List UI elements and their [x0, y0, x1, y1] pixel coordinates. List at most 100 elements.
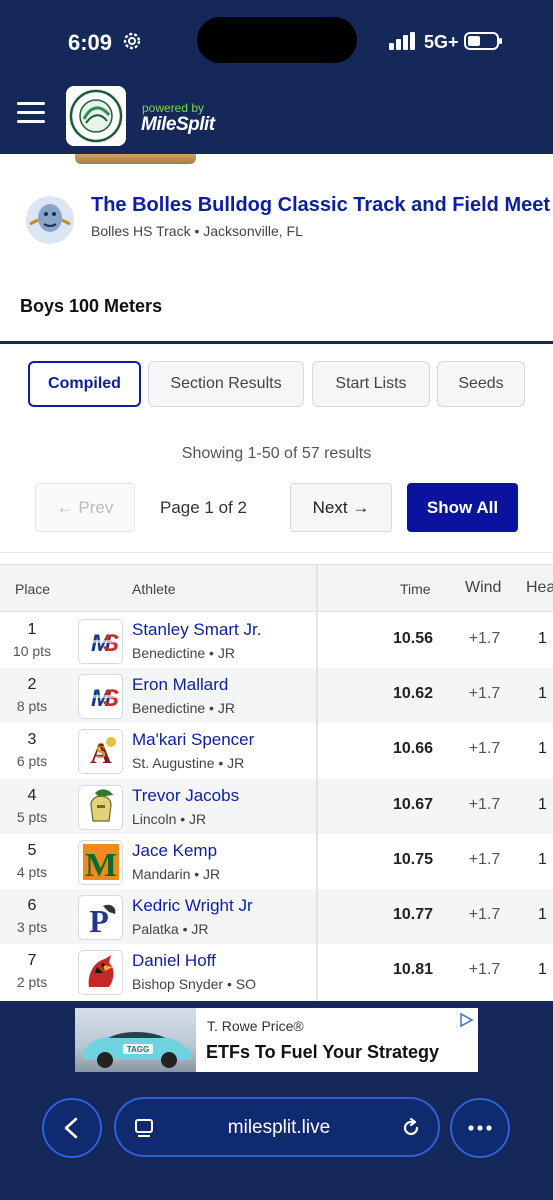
athlete-name[interactable]: Trevor Jacobs	[132, 786, 239, 806]
team-points: 6 pts	[16, 753, 48, 770]
athlete-team[interactable]: Benedictine • JR	[132, 645, 235, 661]
table-row[interactable]: 6 3 pts P Kedric Wright Jr Palatka • JR 10.77…	[0, 889, 553, 944]
tab-seeds[interactable]: Seeds	[437, 361, 525, 407]
jacksonville-ac-logo	[69, 89, 123, 143]
place-number: 4	[27, 786, 37, 804]
tab-compiled[interactable]: Compiled	[28, 361, 141, 407]
result-time: 10.56	[392, 630, 433, 647]
athlete-team[interactable]: Bishop Snyder • SO	[132, 976, 256, 992]
ad-banner[interactable]: TAGG T. Rowe Price® ETFs To Fuel Your St…	[75, 1008, 478, 1072]
ms-logo[interactable]: MS	[78, 674, 123, 720]
table-row[interactable]: 1 10 pts M S Stanley Smart Jr. Benedictine • …	[0, 613, 553, 668]
table-row[interactable]: 2 8 pts M S Eron Mallard Benedictine • JR 10.6…	[0, 668, 553, 724]
athlete-team[interactable]: Benedictine • JR	[132, 700, 235, 716]
m-logo[interactable]: M	[78, 839, 123, 885]
team-points: 4 pts	[16, 863, 48, 880]
team-points: 2 pts	[16, 974, 48, 991]
signal-icon	[389, 32, 415, 50]
show-all-button[interactable]: Show All	[407, 483, 518, 532]
gear-icon	[123, 32, 141, 50]
sa-logo[interactable]: AS	[78, 729, 123, 775]
prev-page-button[interactable]: ← Prev	[35, 483, 135, 532]
result-wind: +1.7	[468, 630, 501, 647]
result-time: 10.81	[392, 961, 433, 979]
results-count: Showing 1-50 of 57 results	[181, 445, 372, 462]
p-logo[interactable]: P	[78, 895, 123, 940]
place-number: 5	[27, 841, 37, 859]
place-number: 3	[27, 731, 37, 749]
result-time: 10.77	[392, 906, 433, 923]
address-bar[interactable]: milesplit.live	[114, 1097, 440, 1157]
result-time: 10.75	[392, 850, 433, 868]
milesplit-logo[interactable]: MileSplit	[141, 114, 215, 136]
table-header: Place Athlete Time Wind Hea	[0, 564, 553, 612]
team-points: 8 pts	[16, 698, 48, 715]
chevron-left-icon	[64, 1117, 78, 1139]
result-time: 10.62	[392, 685, 433, 703]
club-logo[interactable]	[66, 86, 126, 146]
tab-section-results[interactable]: Section Results	[148, 361, 304, 407]
url-text: milesplit.live	[227, 1117, 331, 1138]
cardinal-logo[interactable]	[78, 950, 123, 996]
next-page-button[interactable]: Next →	[290, 483, 392, 532]
menu-icon[interactable]	[17, 102, 45, 124]
reload-icon[interactable]	[400, 1117, 422, 1139]
athlete-name[interactable]: Eron Mallard	[132, 675, 228, 695]
meet-title[interactable]: The Bolles Bulldog Classic Track and Fie…	[91, 194, 550, 217]
result-heat: 1	[538, 850, 547, 868]
athlete-name[interactable]: Kedric Wright Jr	[132, 896, 253, 916]
header-athlete[interactable]: Athlete	[132, 581, 176, 597]
trojan-logo[interactable]	[78, 784, 123, 830]
team-points: 5 pts	[16, 808, 48, 825]
ad-headline: ETFs To Fuel Your Strategy	[206, 1042, 440, 1062]
table-top-border	[0, 552, 553, 553]
header-wind[interactable]: Wind	[465, 579, 501, 597]
athlete-team[interactable]: St. Augustine • JR	[132, 755, 244, 771]
header-heat[interactable]: Hea	[526, 579, 553, 597]
athlete-team[interactable]: Mandarin • JR	[132, 866, 220, 882]
result-time: 10.66	[392, 740, 433, 758]
table-row[interactable]: 7 2 pts Daniel Hoff Bishop Snyder • SO 10.81…	[0, 944, 553, 999]
banner-image-edge	[75, 154, 196, 164]
result-wind: +1.7	[468, 961, 501, 979]
adchoices-icon[interactable]	[458, 1012, 474, 1028]
table-column-divider	[316, 564, 318, 1002]
header-time[interactable]: Time	[400, 581, 431, 597]
bolles-track-logo	[26, 196, 74, 244]
ellipsis-icon	[468, 1125, 492, 1131]
team-points: 10 pts	[12, 643, 52, 659]
result-wind: +1.7	[468, 906, 501, 923]
result-heat: 1	[538, 685, 547, 703]
event-title: Boys 100 Meters	[20, 296, 163, 316]
result-heat: 1	[538, 740, 547, 758]
table-row[interactable]: 3 6 pts A S Ma'kari Spencer St. Augustine • J…	[0, 723, 553, 778]
meet-location: Bolles HS Track • Jacksonville, FL	[91, 223, 303, 239]
tab-start-lists[interactable]: Start Lists	[312, 361, 430, 407]
battery-icon	[464, 32, 502, 50]
result-heat: 1	[538, 961, 547, 979]
svg-text:S: S	[95, 742, 105, 762]
result-wind: +1.7	[468, 795, 501, 813]
place-number: 2	[27, 676, 37, 694]
header-place[interactable]: Place	[15, 581, 50, 597]
ad-car-text: TAGG	[127, 1045, 150, 1054]
athlete-name[interactable]: Stanley Smart Jr.	[132, 620, 261, 640]
athlete-name[interactable]: Ma'kari Spencer	[132, 730, 254, 750]
table-row[interactable]: 5 4 pts M Jace Kemp Mandarin • JR 10.75 +1.7 1	[0, 834, 553, 889]
result-heat: 1	[538, 906, 547, 923]
place-number: 7	[27, 952, 37, 970]
ms-logo[interactable]: MS	[78, 619, 123, 664]
athlete-team[interactable]: Palatka • JR	[132, 921, 209, 937]
table-row[interactable]: 4 5 pts Trevor Jacobs Lincoln • JR 10.67 +1.7…	[0, 778, 553, 834]
section-divider	[0, 341, 553, 344]
athlete-team[interactable]: Lincoln • JR	[132, 811, 206, 827]
athlete-name[interactable]: Daniel Hoff	[132, 951, 216, 971]
powered-by-label: powered by	[142, 101, 205, 115]
back-button[interactable]	[42, 1098, 102, 1158]
place-number: 1	[27, 621, 37, 638]
more-options-button[interactable]	[450, 1098, 510, 1158]
place-number: 6	[27, 897, 37, 914]
result-wind: +1.7	[468, 685, 501, 703]
svg-text:S: S	[102, 685, 118, 712]
athlete-name[interactable]: Jace Kemp	[132, 841, 217, 861]
